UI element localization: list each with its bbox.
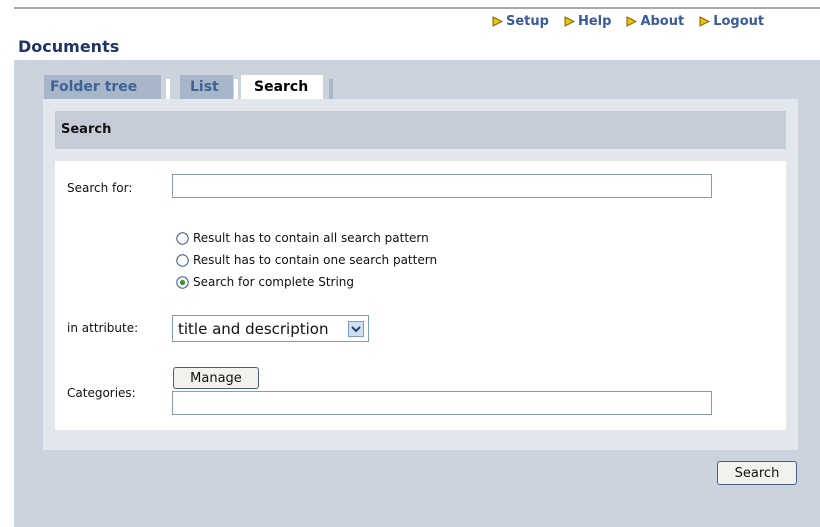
nav-setup-label: Setup [506, 14, 549, 29]
nav-help-link[interactable]: Help [564, 14, 611, 29]
tab-search[interactable]: Search [241, 75, 323, 99]
chevron-down-icon[interactable] [348, 320, 364, 337]
attribute-select[interactable]: title and description [172, 315, 369, 342]
arrow-right-icon [564, 16, 575, 27]
match-option-label: Result has to contain one search pattern [193, 253, 438, 267]
categories-input[interactable] [172, 391, 712, 415]
page-title: Documents [18, 37, 120, 56]
search-submit-button[interactable]: Search [717, 461, 797, 485]
radio-checked-icon[interactable] [176, 275, 189, 289]
tab-separator [234, 79, 238, 99]
tab-separator [329, 79, 333, 99]
match-option-label: Search for complete String [193, 275, 355, 289]
attribute-select-value: title and description [178, 319, 329, 338]
tab-list[interactable]: List [180, 75, 233, 99]
top-divider [14, 7, 820, 9]
radio-unchecked-icon[interactable] [176, 253, 189, 267]
match-option-complete[interactable]: Search for complete String [176, 275, 354, 289]
categories-label: Categories: [67, 386, 136, 400]
attribute-label: in attribute: [67, 321, 139, 335]
search-form: Search for: Result has to contain all se… [55, 161, 786, 430]
arrow-right-icon [492, 16, 503, 27]
arrow-right-icon [699, 16, 711, 27]
nav-help-label: Help [577, 14, 612, 29]
top-navigation: Setup Help About Logout [492, 14, 764, 29]
manage-categories-button[interactable]: Manage [173, 367, 259, 389]
search-for-label: Search for: [67, 181, 133, 195]
nav-about-label: About [640, 14, 685, 29]
match-option-all[interactable]: Result has to contain all search pattern [176, 231, 429, 245]
radio-unchecked-icon[interactable] [176, 231, 189, 245]
nav-logout-link[interactable]: Logout [699, 14, 764, 29]
tab-folder-tree[interactable]: Folder tree [44, 75, 161, 99]
section-header: Search [55, 111, 786, 149]
tab-separator [166, 79, 170, 99]
match-option-one[interactable]: Result has to contain one search pattern [176, 253, 437, 267]
nav-about-link[interactable]: About [626, 14, 684, 29]
nav-logout-label: Logout [713, 14, 765, 29]
arrow-right-icon [626, 16, 638, 27]
section-title: Search [61, 122, 112, 137]
main-panel: Folder tree List Search Search Search fo… [14, 60, 820, 527]
search-content-area: Search Search for: Result has to contain… [43, 99, 798, 450]
match-option-label: Result has to contain all search pattern [193, 231, 429, 245]
nav-setup-link[interactable]: Setup [492, 14, 549, 29]
search-for-input[interactable] [172, 174, 712, 198]
